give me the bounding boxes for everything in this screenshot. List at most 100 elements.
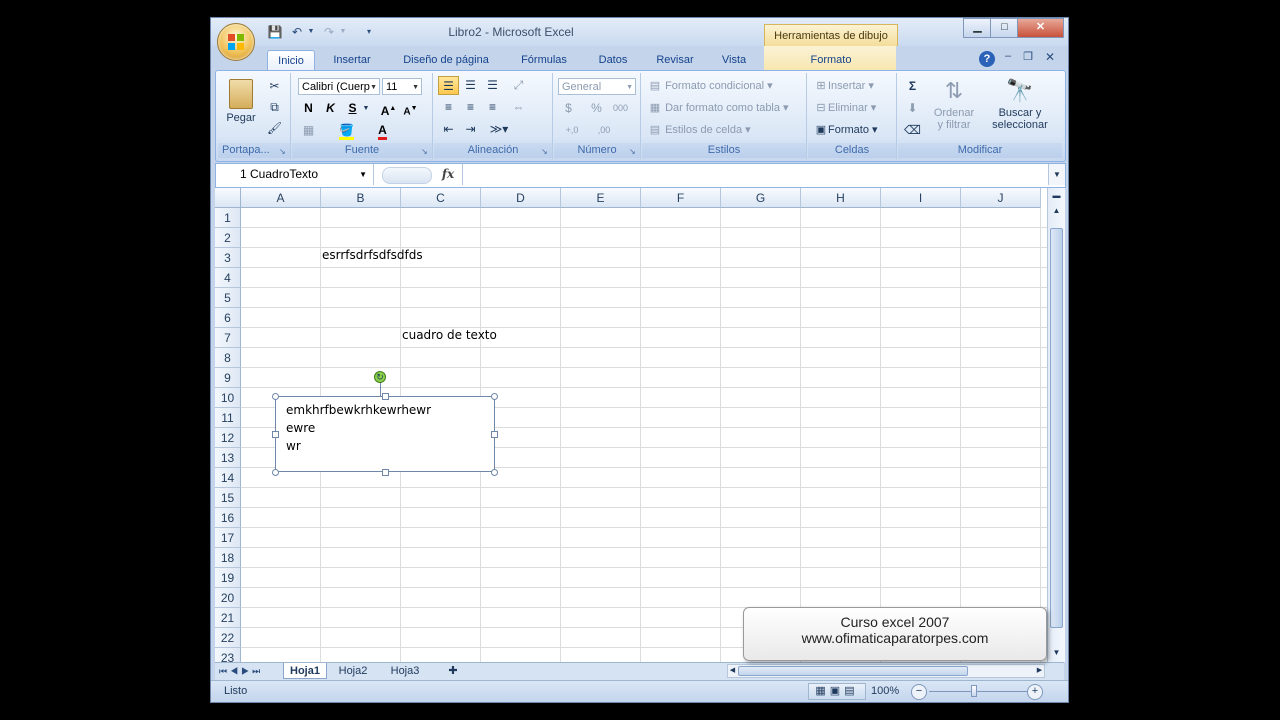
- row-header[interactable]: 15: [215, 488, 241, 508]
- vertical-scrollbar[interactable]: ▬ ▲ ▼: [1047, 188, 1065, 662]
- resize-handle-n[interactable]: [382, 393, 389, 400]
- percent-icon[interactable]: %: [586, 99, 607, 118]
- maximize-button[interactable]: □: [990, 18, 1019, 38]
- find-select-button[interactable]: 🔭 Buscar y seleccionar: [982, 75, 1058, 141]
- delete-cells-button[interactable]: ⊟ Eliminar ▾: [814, 99, 876, 117]
- zoom-in-icon[interactable]: +: [1027, 684, 1043, 700]
- worksheet-grid[interactable]: A B C D E F G H I J 1 2 3 4 5 6 7 8 9 10 11 12 13 14 15 16 17 18 19 2…: [215, 188, 1047, 662]
- row-header[interactable]: 23: [215, 648, 241, 662]
- cell-styles-button[interactable]: ▤ Estilos de celda ▾: [648, 121, 751, 139]
- insert-sheet-icon[interactable]: ✚: [441, 663, 465, 679]
- resize-handle-s[interactable]: [382, 469, 389, 476]
- row-header[interactable]: 1: [215, 208, 241, 228]
- vertical-scroll-thumb[interactable]: [1050, 228, 1063, 628]
- sort-filter-button[interactable]: ⇅ Ordenar y filtrar: [928, 75, 980, 141]
- column-header[interactable]: B: [321, 188, 401, 208]
- workbook-close-icon[interactable]: ✕: [1043, 50, 1057, 64]
- cell-b2[interactable]: esrrfsdrfsdfsdfds: [322, 248, 423, 262]
- scroll-left-icon[interactable]: ◀: [728, 665, 737, 677]
- tab-diseno-pagina[interactable]: Diseño de página: [393, 50, 499, 70]
- align-top-icon[interactable]: ☰: [438, 76, 459, 95]
- merge-cells-icon[interactable]: ⇔: [508, 98, 529, 117]
- font-name-combo[interactable]: Calibri (Cuerp ▼: [298, 78, 380, 95]
- row-header[interactable]: 14: [215, 468, 241, 488]
- row-header[interactable]: 19: [215, 568, 241, 588]
- column-header[interactable]: C: [401, 188, 481, 208]
- thousands-icon[interactable]: 000: [610, 99, 631, 118]
- cell-c6[interactable]: cuadro de texto: [402, 328, 497, 342]
- tab-inicio[interactable]: Inicio: [267, 50, 315, 71]
- sheet-tab-hoja2[interactable]: Hoja2: [331, 663, 375, 679]
- row-header[interactable]: 22: [215, 628, 241, 648]
- resize-handle-ne[interactable]: [491, 393, 498, 400]
- align-middle-icon[interactable]: ☰: [460, 76, 481, 95]
- row-header[interactable]: 8: [215, 348, 241, 368]
- select-all-corner[interactable]: [215, 188, 241, 208]
- column-header[interactable]: E: [561, 188, 641, 208]
- clear-icon[interactable]: ⌫: [902, 121, 923, 140]
- tab-vista[interactable]: Vista: [713, 50, 755, 70]
- paste-button[interactable]: Pegar: [224, 79, 258, 125]
- increase-decimal-icon[interactable]: +,0: [558, 121, 586, 140]
- conditional-format-button[interactable]: ▤ Formato condicional ▾: [648, 77, 773, 95]
- chevron-down-icon[interactable]: ▼: [359, 164, 367, 185]
- tab-formulas[interactable]: Fórmulas: [511, 50, 577, 70]
- column-header[interactable]: F: [641, 188, 721, 208]
- scroll-down-icon[interactable]: ▼: [1050, 646, 1063, 660]
- italic-button[interactable]: K: [320, 99, 341, 118]
- format-painter-icon[interactable]: 🖌: [264, 119, 285, 138]
- text-direction-icon[interactable]: ≫▾: [484, 120, 514, 139]
- dialog-launcher-icon[interactable]: ↘: [279, 147, 288, 156]
- horizontal-scrollbar[interactable]: ◀ ▶: [727, 664, 1045, 678]
- office-button[interactable]: [217, 23, 255, 61]
- decrease-indent-icon[interactable]: ⇤: [438, 120, 459, 139]
- row-header[interactable]: 6: [215, 308, 241, 328]
- column-header[interactable]: H: [801, 188, 881, 208]
- resize-handle-w[interactable]: [272, 431, 279, 438]
- format-as-table-button[interactable]: ▦ Dar formato como tabla ▾: [648, 99, 789, 117]
- zoom-slider-track[interactable]: [929, 691, 1029, 692]
- increase-indent-icon[interactable]: ⇥: [460, 120, 481, 139]
- number-format-combo[interactable]: General ▼: [558, 78, 636, 95]
- row-header[interactable]: 2: [215, 228, 241, 248]
- expand-formula-icon[interactable]: ▼: [1048, 164, 1065, 185]
- autosum-icon[interactable]: Σ: [902, 77, 923, 96]
- formula-bar-splitter[interactable]: [382, 167, 432, 184]
- bold-button[interactable]: N: [298, 99, 319, 118]
- column-header[interactable]: I: [881, 188, 961, 208]
- resize-handle-e[interactable]: [491, 431, 498, 438]
- zoom-out-icon[interactable]: −: [911, 684, 927, 700]
- align-bottom-icon[interactable]: ☰: [482, 76, 503, 95]
- text-box[interactable]: emkhrfbewkrhkewrhewr ewre wr: [275, 396, 495, 472]
- tab-datos[interactable]: Datos: [589, 50, 637, 70]
- name-box[interactable]: 1 CuadroTexto ▼: [216, 164, 374, 185]
- row-header[interactable]: 12: [215, 428, 241, 448]
- row-header[interactable]: 11: [215, 408, 241, 428]
- row-header[interactable]: 21: [215, 608, 241, 628]
- ribbon-restore-icon[interactable]: ❐: [1021, 50, 1035, 63]
- resize-handle-nw[interactable]: [272, 393, 279, 400]
- column-header[interactable]: A: [241, 188, 321, 208]
- split-box-icon[interactable]: ▬: [1050, 190, 1063, 202]
- chevron-down-icon[interactable]: ▼: [360, 99, 372, 118]
- normal-view-icon[interactable]: ▦: [815, 685, 829, 697]
- align-center-icon[interactable]: ≡: [460, 98, 481, 117]
- row-header[interactable]: 13: [215, 448, 241, 468]
- insert-cells-button[interactable]: ⊞ Insertar ▾: [814, 77, 873, 95]
- grow-font-icon[interactable]: A▲: [378, 99, 399, 118]
- decrease-decimal-icon[interactable]: ,00: [590, 121, 618, 140]
- row-header[interactable]: 20: [215, 588, 241, 608]
- row-header[interactable]: 5: [215, 288, 241, 308]
- rotate-handle-icon[interactable]: ↻: [374, 371, 386, 383]
- align-left-icon[interactable]: ≡: [438, 98, 459, 117]
- page-layout-icon[interactable]: ▣: [830, 685, 844, 697]
- view-buttons[interactable]: ▦▣▤: [808, 683, 866, 700]
- resize-handle-se[interactable]: [491, 469, 498, 476]
- tab-revisar[interactable]: Revisar: [647, 50, 703, 70]
- format-cells-button[interactable]: ▣ Formato ▾: [814, 121, 878, 139]
- dialog-launcher-icon[interactable]: ↘: [421, 147, 430, 156]
- zoom-level[interactable]: 100%: [871, 685, 899, 697]
- borders-icon[interactable]: ▦: [298, 121, 319, 140]
- scroll-up-icon[interactable]: ▲: [1050, 204, 1063, 218]
- sheet-nav-icon[interactable]: ⏮◀▶⏭: [219, 663, 279, 679]
